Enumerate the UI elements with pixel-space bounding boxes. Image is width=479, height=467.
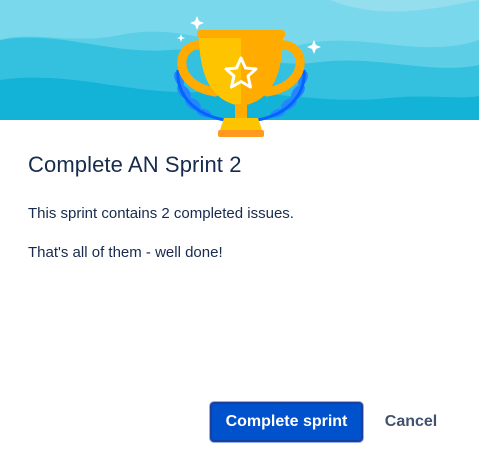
sprint-summary-text: This sprint contains 2 completed issues. (28, 205, 294, 222)
completion-message: That's all of them - well done! (28, 244, 223, 261)
header-illustration (0, 0, 479, 148)
complete-sprint-dialog: Complete AN Sprint 2 This sprint contain… (0, 0, 479, 467)
dialog-title: Complete AN Sprint 2 (28, 152, 242, 177)
complete-sprint-button[interactable]: Complete sprint (210, 402, 363, 442)
cancel-button[interactable]: Cancel (372, 402, 450, 442)
